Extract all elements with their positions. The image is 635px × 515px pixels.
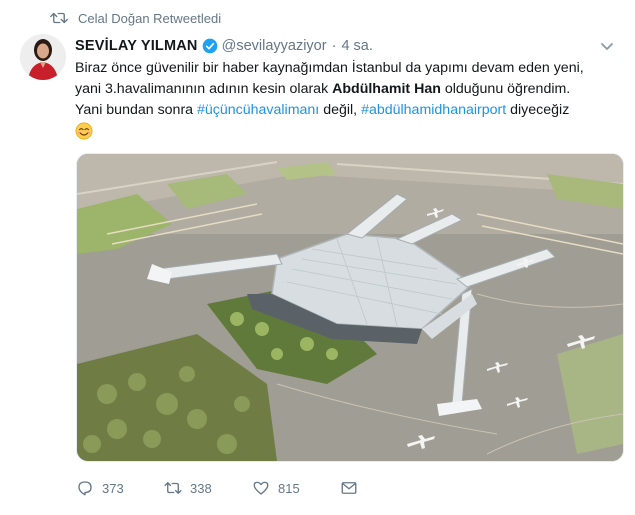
tweet-media-image[interactable] — [76, 153, 624, 462]
reply-icon — [78, 481, 92, 496]
tweet-text-segment: Yani bundan sonra — [75, 102, 197, 118]
hashtag-link[interactable]: #abdülhamidhanairport — [361, 102, 506, 118]
author-handle[interactable]: @sevilayyaziyor — [222, 38, 327, 54]
reply-count: 373 — [102, 480, 124, 496]
tweet-line-1: Biraz önce güvenilir bir haber kaynağımd… — [75, 60, 584, 76]
airport-aerial-image — [77, 154, 623, 461]
verified-badge-icon — [202, 38, 217, 54]
tweet-card[interactable]: Celal Doğan Retweetledi SEVİLAY YILMAN @… — [0, 0, 635, 515]
hashtag-link[interactable]: #üçüncühavalimanı — [197, 102, 319, 118]
avatar-image — [20, 34, 66, 80]
retweet-icon — [164, 482, 182, 494]
author-name[interactable]: SEVİLAY YILMAN — [75, 38, 198, 54]
tweet-line-4 — [75, 121, 620, 142]
direct-message-button[interactable] — [340, 479, 428, 497]
retweet-count: 338 — [190, 480, 212, 496]
like-icon — [253, 481, 269, 495]
tweet-header: SEVİLAY YILMAN @sevilayyaziyor · 4 sa. — [75, 36, 615, 56]
tweet-actions: 373 338 815 — [76, 476, 428, 500]
tweet-text-segment: değil, — [319, 102, 362, 118]
retweet-banner: Celal Doğan Retweetledi — [28, 8, 221, 28]
chevron-down-icon[interactable] — [599, 38, 615, 54]
retweeter-link[interactable]: Celal Doğan Retweetledi — [78, 11, 221, 26]
retweet-icon — [50, 12, 68, 24]
tweet-text-segment: olduğunu öğrendim. — [440, 81, 571, 97]
tweet-timestamp[interactable]: 4 sa. — [341, 38, 372, 54]
bold-name: Abdülhamit Han — [332, 81, 441, 97]
retweet-button[interactable]: 338 — [164, 479, 252, 497]
reply-button[interactable]: 373 — [76, 479, 164, 497]
tweet-text-segment: yani 3.havalimanının adının kesin olarak — [75, 81, 333, 97]
tweet-text: Biraz önce güvenilir bir haber kaynağımd… — [75, 58, 620, 142]
message-icon — [341, 482, 357, 494]
tweet-line-2: yani 3.havalimanının adının kesin olarak… — [75, 79, 620, 100]
separator-dot: · — [331, 38, 337, 54]
like-count: 815 — [278, 480, 300, 496]
tweet-text-segment: diyeceğiz — [506, 102, 570, 118]
smiling-face-emoji — [75, 122, 93, 140]
avatar[interactable] — [20, 34, 66, 80]
like-button[interactable]: 815 — [252, 479, 340, 497]
tweet-line-3: Yani bundan sonra #üçüncühavalimanı deği… — [75, 100, 620, 121]
